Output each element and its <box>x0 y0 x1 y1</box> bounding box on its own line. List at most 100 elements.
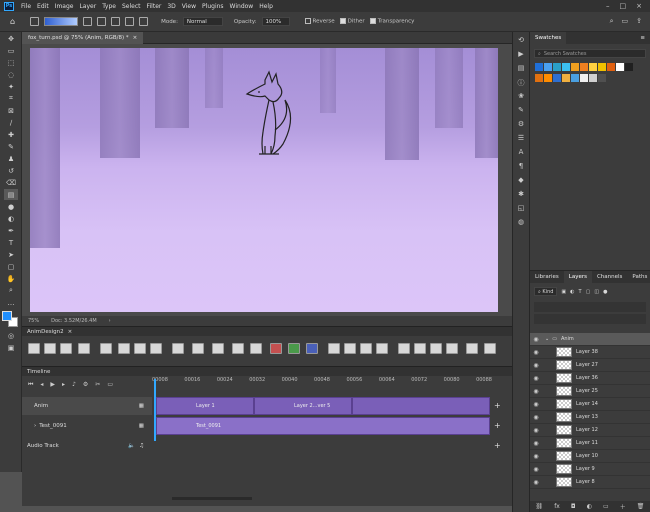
eraser-tool-icon[interactable]: ⌫ <box>4 177 18 188</box>
layer-group-row[interactable]: ◉ ⌄ ▭ Anim <box>530 333 650 346</box>
music-icon[interactable]: ♫ <box>139 443 144 449</box>
filter-shape-icon[interactable]: ▢ <box>586 289 591 295</box>
menu-layer[interactable]: Layer <box>76 3 99 10</box>
history-icon[interactable]: ⟲ <box>516 36 526 46</box>
eyedropper-tool-icon[interactable]: ∕ <box>4 117 18 128</box>
filter-type-icon[interactable]: T <box>579 289 582 295</box>
add-media-icon[interactable]: + <box>494 401 501 410</box>
tab-channels[interactable]: Channels <box>592 271 627 283</box>
filter-toggle-icon[interactable]: ● <box>603 289 607 295</box>
quick-mask-icon[interactable]: ◎ <box>4 330 18 341</box>
prev-frame-icon[interactable]: ◂ <box>40 381 43 389</box>
menu-type[interactable]: Type <box>99 3 119 10</box>
track-test[interactable]: › Test_0091 ▦ <box>22 417 152 435</box>
color-icon[interactable]: ◍ <box>516 218 526 228</box>
visibility-eye-icon[interactable]: ◉ <box>530 427 542 434</box>
swatch[interactable] <box>580 74 588 82</box>
filter-smart-icon[interactable]: ◫ <box>594 289 599 295</box>
filter-pixel-icon[interactable]: ▣ <box>561 289 566 295</box>
menu-3d[interactable]: 3D <box>164 3 178 10</box>
timeline-clip[interactable]: Layer 2...ver 5 <box>254 397 352 415</box>
color-swatches[interactable] <box>2 311 20 327</box>
menu-window[interactable]: Window <box>227 3 257 10</box>
action-button[interactable] <box>212 343 224 354</box>
action-button[interactable] <box>60 343 72 354</box>
menu-file[interactable]: File <box>18 3 34 10</box>
action-button[interactable] <box>134 343 146 354</box>
pen-tool-icon[interactable]: ✒ <box>4 225 18 236</box>
blur-tool-icon[interactable]: ● <box>4 201 18 212</box>
menu-plugins[interactable]: Plugins <box>199 3 227 10</box>
layer-row[interactable]: ◉ Layer 25 <box>530 385 650 398</box>
menu-edit[interactable]: Edit <box>34 3 52 10</box>
visibility-eye-icon[interactable]: ◉ <box>530 336 542 343</box>
swatch[interactable] <box>607 63 615 71</box>
properties-icon[interactable]: ☰ <box>516 134 526 144</box>
layer-row[interactable]: ◉ Layer 8 <box>530 476 650 489</box>
track-audio[interactable]: Audio Track 🔈 ♫ <box>22 437 152 455</box>
magic-wand-tool-icon[interactable]: ✦ <box>4 81 18 92</box>
swatch[interactable] <box>625 63 633 71</box>
time-ruler[interactable]: 00008 00016 00024 00032 00040 00048 0005… <box>152 377 492 388</box>
opacity-field[interactable]: 100% <box>261 17 290 26</box>
action-button[interactable] <box>446 343 458 354</box>
menu-select[interactable]: Select <box>119 3 144 10</box>
timeline-clip[interactable] <box>352 397 490 415</box>
glyphs-icon[interactable]: ✱ <box>516 190 526 200</box>
layer-row[interactable]: ◉ Layer 14 <box>530 398 650 411</box>
tool-preset-icon[interactable] <box>30 17 40 26</box>
action-button[interactable] <box>328 343 340 354</box>
actions-play-icon[interactable]: ▶ <box>516 50 526 60</box>
next-frame-icon[interactable]: ▸ <box>62 381 65 389</box>
swatch[interactable] <box>571 74 579 82</box>
swatch[interactable] <box>562 74 570 82</box>
menu-view[interactable]: View <box>179 3 199 10</box>
chevron-right-icon[interactable]: › <box>109 318 111 324</box>
kind-filter[interactable]: ⌕ Kind <box>534 287 558 296</box>
action-button[interactable] <box>398 343 410 354</box>
zoom-tool-icon[interactable]: ⌕ <box>4 285 18 296</box>
paragraph-icon[interactable]: ¶ <box>516 162 526 172</box>
gradient-style-angle-icon[interactable] <box>111 17 121 26</box>
film-icon[interactable]: ▦ <box>139 423 144 429</box>
visibility-eye-icon[interactable]: ◉ <box>530 349 542 356</box>
action-button[interactable] <box>232 343 244 354</box>
close-tab-icon[interactable]: × <box>133 35 138 41</box>
document-tab[interactable]: fox_turn.psd @ 75% (Anim, RGB/8) * × <box>22 32 144 44</box>
swatch[interactable] <box>535 74 543 82</box>
first-frame-icon[interactable]: ⏮ <box>28 381 33 389</box>
info-icon[interactable]: ⓘ <box>516 78 526 88</box>
layer-row[interactable]: ◉ Layer 38 <box>530 346 650 359</box>
visibility-eye-icon[interactable]: ◉ <box>530 401 542 408</box>
action-button[interactable] <box>28 343 40 354</box>
action-button[interactable] <box>118 343 130 354</box>
visibility-eye-icon[interactable]: ◉ <box>530 388 542 395</box>
swatch[interactable] <box>616 63 624 71</box>
layer-row[interactable]: ◉ Layer 10 <box>530 450 650 463</box>
action-button[interactable] <box>100 343 112 354</box>
lasso-tool-icon[interactable]: ◌ <box>4 69 18 80</box>
transition-icon[interactable]: ▭ <box>107 381 113 389</box>
marquee-tool-icon[interactable]: ⬚ <box>4 57 18 68</box>
search-icon[interactable]: ⌕ <box>610 17 614 26</box>
action-button[interactable] <box>414 343 426 354</box>
foreground-color[interactable] <box>2 311 12 321</box>
visibility-eye-icon[interactable]: ◉ <box>530 479 542 486</box>
gradient-style-reflected-icon[interactable] <box>125 17 135 26</box>
adjustments-icon[interactable]: ⚙ <box>516 120 526 130</box>
gradient-style-diamond-icon[interactable] <box>139 17 149 26</box>
canvas-area[interactable] <box>22 44 512 316</box>
swatch[interactable] <box>553 63 561 71</box>
type-tool-icon[interactable]: T <box>4 237 18 248</box>
link-layers-icon[interactable]: ⛓ <box>536 503 544 510</box>
reverse-checkbox[interactable]: Reverse <box>304 18 335 25</box>
home-icon[interactable]: ⌂ <box>10 17 15 26</box>
timeline-zoom-slider[interactable] <box>172 497 252 500</box>
new-layer-icon[interactable]: ＋ <box>620 502 626 511</box>
close-icon[interactable]: × <box>68 329 73 335</box>
add-media-icon[interactable]: + <box>494 421 501 430</box>
menu-filter[interactable]: Filter <box>144 3 165 10</box>
panel-menu-icon[interactable]: ≡ <box>640 35 645 41</box>
action-button[interactable] <box>344 343 356 354</box>
transparency-checkbox[interactable]: Transparency <box>369 18 414 25</box>
